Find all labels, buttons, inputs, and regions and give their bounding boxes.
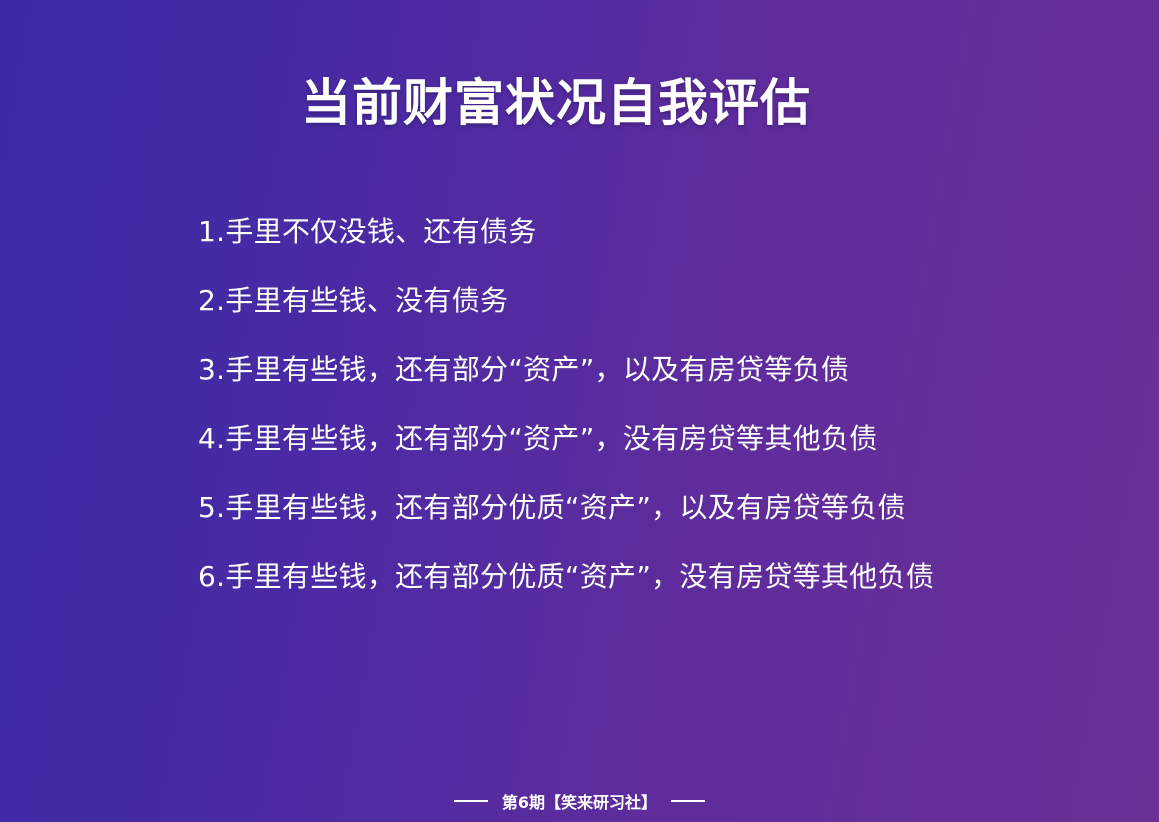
footer-divider-right: [671, 800, 706, 802]
footer-divider-left: [453, 800, 488, 802]
assessment-item-3: 3.手里有些钱，还有部分“资产”，以及有房贷等负债: [198, 353, 850, 386]
assessment-list: 1.手里不仅没钱、还有债务 2.手里有些钱、没有债务 3.手里有些钱，还有部分“…: [198, 212, 934, 626]
assessment-item-5: 5.手里有些钱，还有部分优质“资产”，以及有房贷等负债: [198, 491, 906, 524]
slide-title: 当前财富状况自我评估: [301, 74, 811, 132]
assessment-item-6: 6.手里有些钱，还有部分优质“资产”，没有房贷等其他负债: [198, 560, 935, 593]
slide-footer: 第6期【笑来研习社】: [0, 788, 1159, 814]
assessment-item-2: 2.手里有些钱、没有债务: [198, 284, 509, 317]
assessment-item-4: 4.手里有些钱，还有部分“资产”，没有房贷等其他负债: [198, 422, 878, 455]
assessment-item-1: 1.手里不仅没钱、还有债务: [198, 215, 537, 248]
footer-label: 第6期【笑来研习社】: [501, 793, 658, 812]
